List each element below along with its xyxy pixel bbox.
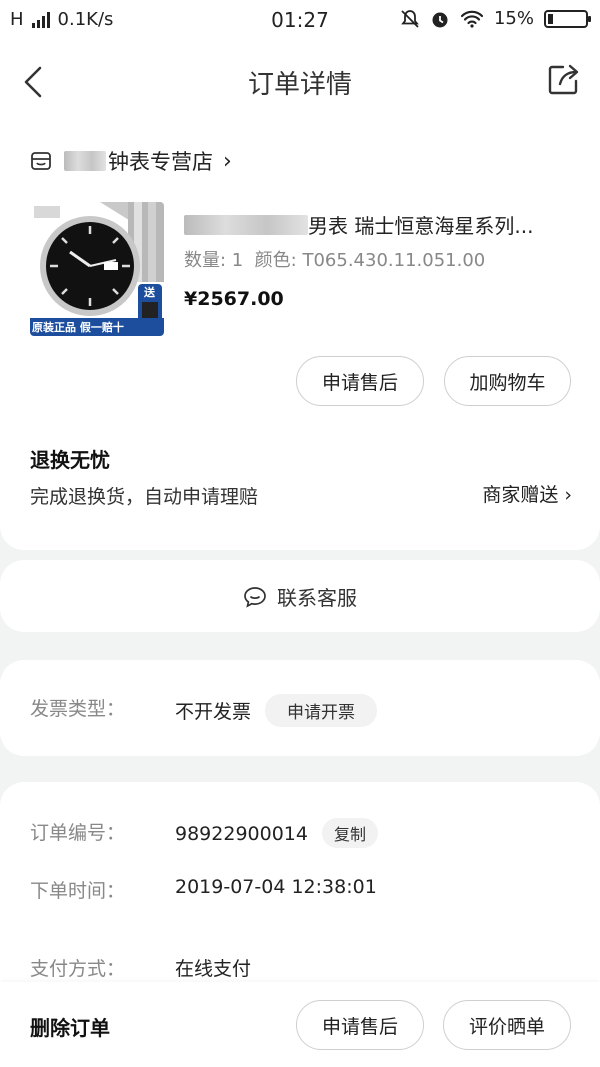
payment-value: 在线支付: [175, 958, 252, 980]
store-name-blurred: [64, 151, 106, 171]
watch-image: [30, 202, 164, 336]
customer-service-card[interactable]: 联系客服: [0, 560, 600, 632]
product-title[interactable]: 男表 瑞士恒意海星系列...: [184, 210, 533, 239]
payment-row: 支付方式： 在线支付: [30, 954, 251, 981]
invoice-value-wrap: 不开发票 申请开票: [175, 694, 378, 727]
add-to-cart-button[interactable]: 加购物车: [444, 356, 571, 406]
order-no-value: 98922900014: [175, 823, 308, 845]
bottom-after-sale-button[interactable]: 申请售后: [296, 1000, 424, 1050]
order-time-row: 下单时间： 2019-07-04 12:38:01: [30, 876, 377, 903]
product-spec: 数量: 1 颜色: T065.430.11.051.00: [184, 250, 486, 271]
invoice-row: 发票类型： 不开发票 申请开票: [30, 694, 378, 727]
product-price: ¥2567.00: [184, 288, 284, 310]
order-no-row: 订单编号： 98922900014 复制: [30, 818, 378, 848]
status-bar: H 0.1K/s 01:27 15%: [0, 0, 600, 42]
image-badge-text: 原装正品 假一赔十: [32, 321, 124, 334]
store-link[interactable]: 钟表专营店 ›: [30, 146, 232, 176]
guarantee-desc: 完成退换货，自动申请理赔: [30, 486, 259, 508]
product-image[interactable]: 原装正品 假一赔十 送: [30, 202, 164, 336]
order-time-label: 下单时间：: [30, 880, 126, 902]
battery-icon: [544, 9, 591, 28]
page-title: 订单详情: [247, 70, 352, 100]
invoice-value: 不开发票: [175, 701, 252, 723]
order-time-value: 2019-07-04 12:38:01: [175, 876, 377, 898]
image-gift-tag: 送: [144, 286, 155, 299]
product-title-blurred: [184, 214, 308, 235]
merchant-gift-link[interactable]: 商家赠送 ›: [482, 480, 572, 507]
review-button[interactable]: 评价晒单: [443, 1000, 571, 1050]
alarm-icon: [432, 12, 448, 27]
status-right: 15%: [400, 8, 591, 29]
order-no-label: 订单编号：: [30, 822, 126, 844]
invoice-card: 发票类型： 不开发票 申请开票: [0, 660, 600, 756]
guarantee-title: 退换无忧: [30, 448, 110, 472]
store-arrow: ›: [223, 148, 232, 174]
contact-service-label: 联系客服: [277, 586, 357, 610]
share-icon[interactable]: [546, 62, 582, 98]
payment-label: 支付方式：: [30, 958, 126, 980]
invoice-label: 发票类型：: [30, 698, 126, 720]
delete-order-button[interactable]: 删除订单: [30, 1012, 110, 1041]
apply-after-sale-button[interactable]: 申请售后: [296, 356, 424, 406]
bottom-action-bar: 删除订单 申请售后 评价晒单: [0, 982, 600, 1067]
request-invoice-button[interactable]: 申请开票: [265, 694, 378, 727]
product-card: 钟表专营店 › 原装正品 假一赔十 送 男表 瑞士恒意海星系列... 数量: 1…: [0, 118, 600, 550]
chat-bubble-icon: [244, 586, 266, 608]
contact-service-button[interactable]: 联系客服: [0, 582, 600, 611]
store-icon: [31, 152, 51, 170]
wifi-icon: [460, 10, 484, 28]
battery-percent: 15%: [493, 8, 534, 29]
product-title-text: 男表 瑞士恒意海星系列...: [308, 214, 534, 238]
store-name: 钟表专营店: [108, 150, 213, 174]
order-no-wrap: 98922900014 复制: [175, 818, 378, 848]
copy-order-no-button[interactable]: 复制: [321, 818, 378, 848]
nav-bar: 订单详情: [0, 42, 600, 122]
mute-bell-icon: [401, 9, 419, 28]
